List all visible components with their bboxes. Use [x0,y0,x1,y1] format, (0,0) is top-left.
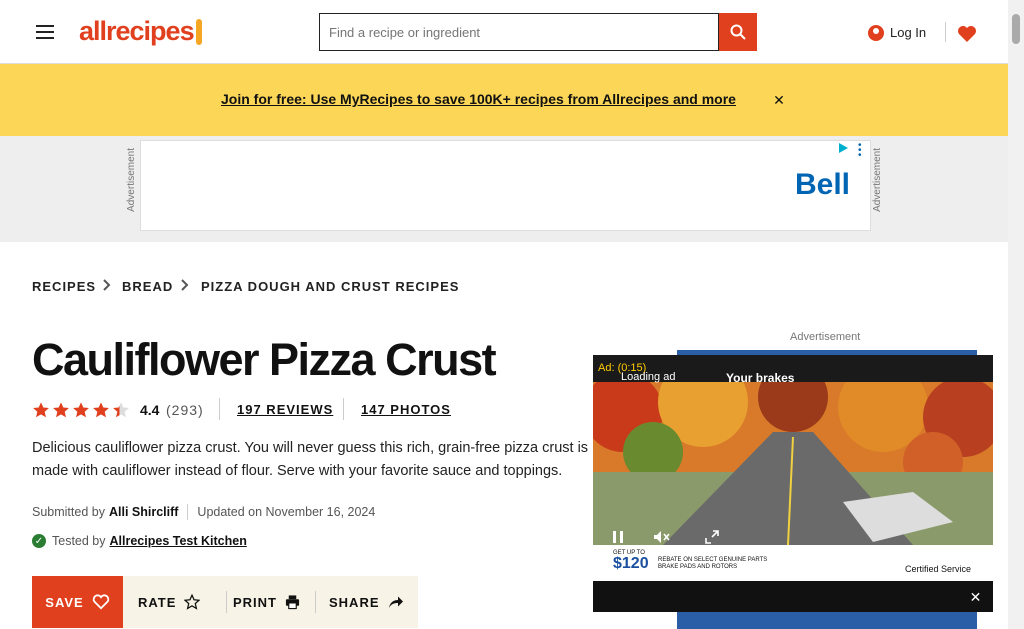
meta-divider [187,504,189,520]
checkmark-icon: ✓ [32,534,46,548]
login-button[interactable]: Log In [868,20,934,45]
chevron-right-icon [103,279,111,291]
scrollbar-thumb[interactable] [1012,14,1020,44]
meta-divider [343,398,344,420]
certified-service-text: Certified Service [905,564,972,574]
action-divider [226,591,227,613]
updated-date: Updated on November 16, 2024 [197,505,376,519]
login-label: Log In [890,25,927,40]
chevron-right-icon [181,279,189,291]
breadcrumb-bread[interactable]: Bread [122,276,172,296]
photos-link[interactable]: 147 Photos [361,402,451,417]
print-icon [285,595,300,610]
top-ad-banner[interactable] [140,140,871,231]
loading-text: Loading ad [621,371,676,383]
allrecipes-logo[interactable]: allrecipes [79,14,209,49]
pause-icon[interactable] [605,526,631,548]
breadcrumb-recipes[interactable]: Recipes [32,276,95,296]
fullscreen-icon[interactable] [699,526,725,548]
save-label: Save [45,594,84,610]
ad-label-left: Advertisement [126,148,137,212]
star-icon [113,402,129,418]
submitted-by: Submitted by Alli Shircliff Updated on N… [32,504,375,520]
meta-divider [219,398,220,420]
search-input[interactable] [319,13,719,51]
recipe-title: Cauliflower Pizza Crust [32,334,497,385]
ad-label-right: Advertisement [872,148,883,212]
print-label: Print [233,594,277,610]
reviews-link[interactable]: 197 Reviews [237,402,333,417]
video-ad-footer [593,545,993,581]
tested-by: ✓ Tested by Allrecipes Test Kitchen [32,534,247,548]
adchoices-icon[interactable] [837,142,849,154]
rebate-text: REBATE ON SELECT GENUINE PARTS BRAKE PAD… [658,557,768,570]
rebate-price: $120 [613,555,649,572]
site-header: allrecipes Log In [0,0,1008,64]
ad-options-icon[interactable]: • • • [858,141,862,161]
bell-logo: Bell [795,168,851,201]
mute-icon[interactable] [649,526,675,548]
logo-text: allrecipes [79,16,195,46]
rate-label: Rate [138,594,177,610]
tested-prefix: Tested by [52,534,106,548]
video-ad-player[interactable]: Ad: (0:15) Loading ad Your brakes GET UP… [593,355,993,612]
star-rating[interactable] [32,401,130,419]
user-icon [868,24,884,41]
saved-recipes-button[interactable] [955,19,979,48]
search-button[interactable] [719,13,757,51]
author-link[interactable]: Alli Shircliff [109,505,178,519]
breadcrumb-pizza-dough[interactable]: Pizza Dough and Crust Recipes [201,276,458,296]
video-close-icon[interactable]: ✕ [963,585,988,610]
join-free-link[interactable]: Join for free: Use MyRecipes to save 100… [221,86,757,112]
road-scene-image [593,382,993,545]
star-outline-icon [184,594,201,610]
star-icon [73,402,89,418]
page: allrecipes Log In Join for free: Use MyR… [0,0,1024,629]
recipe-description: Delicious cauliflower pizza crust. You w… [32,440,589,479]
star-icon [53,402,69,418]
save-button[interactable]: Save [32,576,123,628]
rate-button[interactable]: Rate [138,590,217,614]
print-button[interactable]: Print [233,590,300,614]
page-scrollbar[interactable] [1008,0,1024,629]
heart-icon [958,25,976,42]
share-label: Share [329,594,380,610]
search-icon [730,24,746,40]
promo-close-icon[interactable]: ✕ [770,89,788,112]
rating-value: 4.4 [140,402,160,418]
spoon-icon [195,18,202,45]
share-icon [388,596,403,608]
side-ad-label: Advertisement [790,331,861,343]
test-kitchen-link[interactable]: Allrecipes Test Kitchen [110,534,247,548]
rating-count: (293) [166,402,204,418]
search-field[interactable] [329,24,718,40]
star-icon [33,402,49,418]
action-divider [315,591,316,613]
submitted-prefix: Submitted by [32,505,105,519]
heart-icon [92,594,109,610]
share-button[interactable]: Share [329,590,404,614]
header-divider [945,22,946,42]
ad-headline: Your brakes [726,371,795,385]
menu-icon[interactable] [31,19,58,45]
star-icon [93,402,109,418]
